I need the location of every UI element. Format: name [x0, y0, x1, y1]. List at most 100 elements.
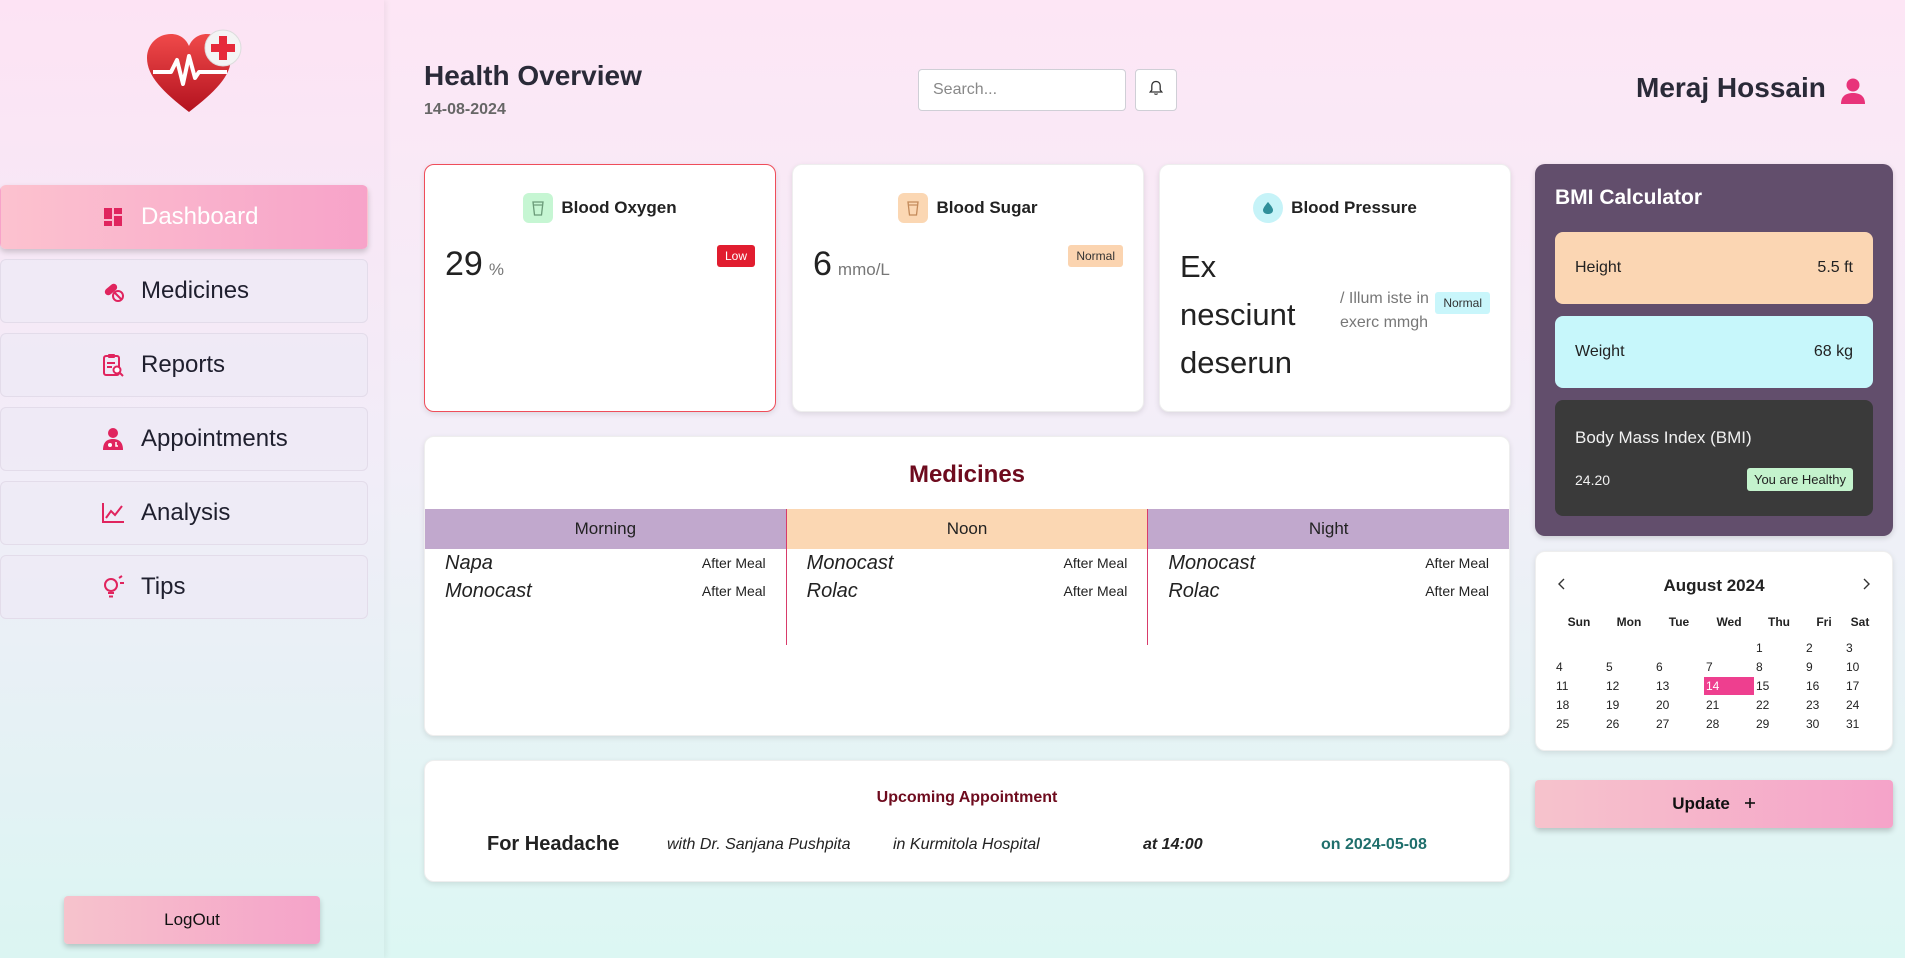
calendar-day[interactable]: 1 — [1754, 639, 1804, 657]
calendar-day[interactable]: 23 — [1804, 696, 1844, 714]
weight-value: 68 kg — [1813, 343, 1853, 360]
calendar-day[interactable]: 24 — [1844, 696, 1876, 714]
chevron-right-icon[interactable] — [1858, 576, 1874, 592]
calendar-week: 11 12 13 14 15 16 17 — [1554, 676, 1876, 695]
bmi-title: BMI Calculator — [1555, 186, 1703, 209]
calendar-week: 25 26 27 28 29 30 31 — [1554, 714, 1876, 733]
chart-line-icon — [101, 501, 125, 525]
sidebar-nav: Dashboard Medicines Reports Appointments… — [0, 185, 368, 629]
user-icon[interactable] — [1838, 76, 1868, 106]
calendar-day[interactable]: 20 — [1654, 696, 1704, 714]
calendar-day[interactable]: 2 — [1804, 639, 1844, 657]
calendar-day[interactable]: 3 — [1844, 639, 1876, 657]
sidebar-item-reports[interactable]: Reports — [0, 333, 368, 397]
noon-column: Noon Monocast After Meal Rolac After Mea… — [786, 509, 1149, 645]
bell-icon — [1148, 80, 1164, 101]
heart-plus-logo — [143, 26, 243, 116]
height-field[interactable]: Height 5.5 ft — [1555, 232, 1873, 304]
calendar-month: August 2024 — [1663, 576, 1765, 595]
blood-pressure-card: Blood Pressure Ex nesciunt deserun / Ill… — [1159, 164, 1511, 412]
calendar-day[interactable]: 7 — [1704, 658, 1754, 676]
weight-field[interactable]: Weight 68 kg — [1555, 316, 1873, 388]
calendar-empty-cell — [1704, 639, 1754, 657]
medicine-name: Rolac — [1168, 579, 1220, 602]
calendar-day[interactable]: 11 — [1554, 677, 1604, 695]
calendar-week: 18 19 20 21 22 23 24 — [1554, 695, 1876, 714]
calendar-day[interactable]: 26 — [1604, 715, 1654, 733]
weight-label: Weight — [1575, 343, 1625, 360]
medicine-timing: After Meal — [701, 555, 766, 571]
sidebar-item-dashboard[interactable]: Dashboard — [0, 185, 368, 249]
calendar-day[interactable]: 16 — [1804, 677, 1844, 695]
sidebar-item-analysis[interactable]: Analysis — [0, 481, 368, 545]
medicine-schedule: Morning Napa After Meal Monocast After M… — [425, 509, 1509, 645]
pills-icon — [101, 279, 125, 303]
calendar-day[interactable]: 25 — [1554, 715, 1604, 733]
calendar-day[interactable]: 8 — [1754, 658, 1804, 676]
calendar-day[interactable]: 14 — [1704, 676, 1754, 695]
calendar-day[interactable]: 18 — [1554, 696, 1604, 714]
column-header: Night — [1148, 509, 1509, 549]
calendar-day[interactable]: 27 — [1654, 715, 1704, 733]
morning-column: Morning Napa After Meal Monocast After M… — [425, 509, 787, 645]
oxygen-unit: % — [488, 260, 504, 279]
calendar-day[interactable]: 29 — [1754, 715, 1804, 733]
medicine-timing: After Meal — [1063, 583, 1128, 599]
calendar-day[interactable]: 6 — [1654, 658, 1704, 676]
list-item: Rolac After Meal — [787, 577, 1148, 605]
calendar-day[interactable]: 13 — [1654, 677, 1704, 695]
update-label: Update — [1672, 794, 1730, 813]
notification-button[interactable] — [1135, 69, 1177, 111]
sidebar-item-label: Dashboard — [141, 203, 259, 230]
clipboard-icon — [101, 353, 125, 377]
sidebar-item-label: Reports — [141, 351, 226, 378]
oxygen-value-row: 29% — [445, 245, 504, 284]
calendar-day[interactable]: 21 — [1704, 696, 1754, 714]
calendar-day[interactable]: 30 — [1804, 715, 1844, 733]
calendar-day[interactable]: 31 — [1844, 715, 1876, 733]
sugar-value-row: 6 mmo/L — [813, 245, 890, 284]
sidebar-item-appointments[interactable]: Appointments — [0, 407, 368, 471]
calendar-day[interactable]: 4 — [1554, 658, 1604, 676]
weekday-label: Tue — [1668, 615, 1690, 629]
sidebar: Dashboard Medicines Reports Appointments… — [0, 0, 384, 958]
weekday-label: Mon — [1616, 615, 1642, 629]
appointment-reason: For Headache — [487, 833, 620, 855]
calendar-day[interactable]: 19 — [1604, 696, 1654, 714]
upcoming-appointment-card: Upcoming Appointment For Headache with D… — [424, 760, 1510, 882]
sidebar-item-label: Medicines — [141, 277, 250, 304]
page-title: Health Overview — [424, 60, 642, 91]
sidebar-item-label: Appointments — [141, 425, 288, 452]
medicine-timing: After Meal — [1425, 555, 1490, 571]
status-badge: Normal — [1435, 292, 1490, 314]
calendar-day[interactable]: 15 — [1754, 677, 1804, 695]
pressure-unit: / Illum iste in exerc mmgh — [1340, 290, 1429, 331]
card-header: Blood Sugar — [793, 193, 1143, 223]
medicine-timing: After Meal — [701, 583, 766, 599]
appointment-time: at 14:00 — [1143, 836, 1203, 853]
calendar-day[interactable]: 5 — [1604, 658, 1654, 676]
user-name: Meraj Hossain — [1636, 72, 1826, 103]
calendar-day[interactable]: 22 — [1754, 696, 1804, 714]
sidebar-item-medicines[interactable]: Medicines — [0, 259, 368, 323]
medicine-name: Monocast — [1168, 551, 1256, 574]
appointment-hospital: in Kurmitola Hospital — [893, 836, 1040, 853]
calendar-day[interactable]: 17 — [1844, 677, 1876, 695]
logout-button[interactable]: LogOut — [64, 896, 320, 944]
calendar-day[interactable]: 10 — [1844, 658, 1876, 676]
search-input[interactable] — [918, 69, 1126, 111]
calendar-empty-cell — [1604, 639, 1654, 657]
card-header: Blood Pressure — [1160, 193, 1510, 223]
list-item: Monocast After Meal — [1148, 549, 1509, 577]
update-button[interactable]: Update — [1535, 780, 1893, 828]
page-date: 14-08-2024 — [424, 101, 506, 118]
status-badge: You are Healthy — [1746, 468, 1853, 491]
calendar-day[interactable]: 9 — [1804, 658, 1844, 676]
card-title: Blood Oxygen — [561, 198, 677, 217]
bmi-calculator: BMI Calculator Height 5.5 ft Weight 68 k… — [1535, 164, 1893, 536]
calendar-day[interactable]: 28 — [1704, 715, 1754, 733]
sidebar-item-tips[interactable]: Tips — [0, 555, 368, 619]
weekday-label: Sun — [1567, 615, 1591, 629]
weekday-label: Wed — [1716, 615, 1742, 629]
calendar-day[interactable]: 12 — [1604, 677, 1654, 695]
